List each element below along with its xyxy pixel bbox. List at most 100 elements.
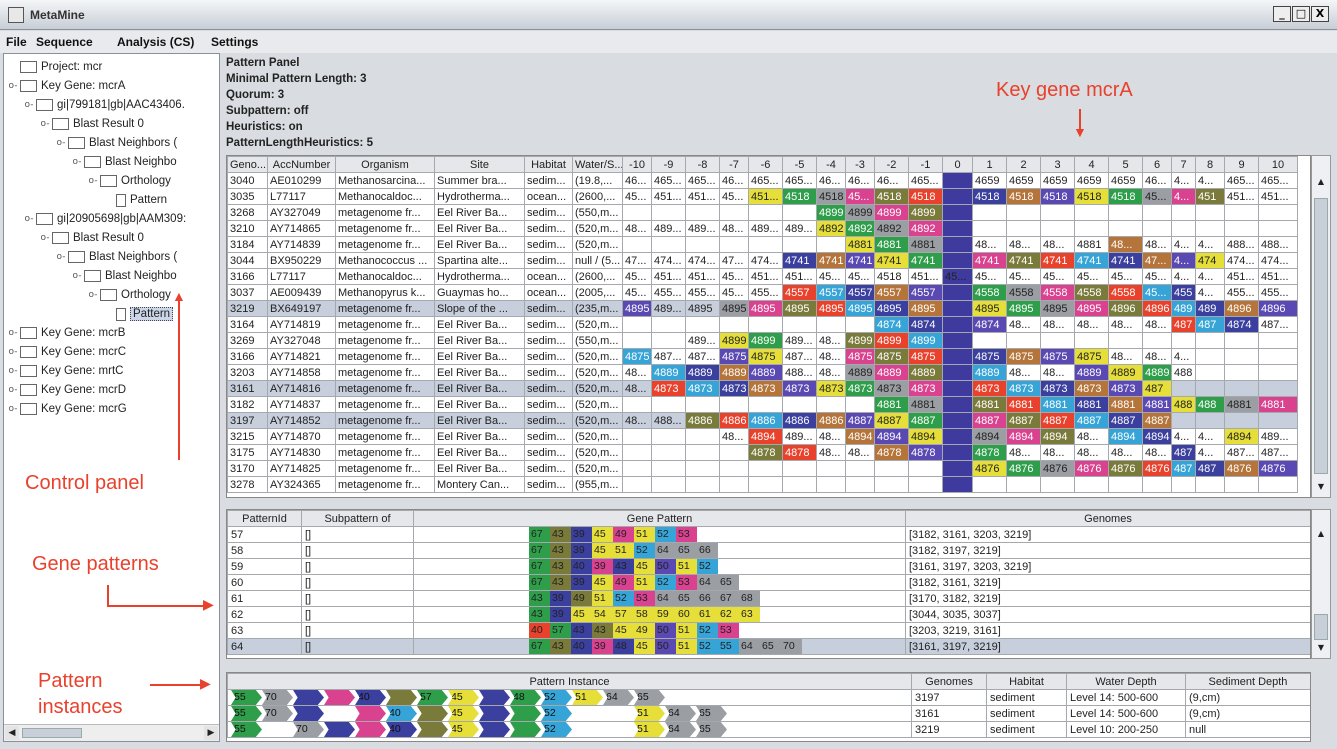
minimize-button[interactable]: _ <box>1273 6 1291 22</box>
maximize-button[interactable]: □ <box>1292 6 1310 22</box>
expand-toggle-icon[interactable]: o- <box>8 366 18 376</box>
gene-box[interactable]: 43 <box>550 639 571 654</box>
gene-arrow[interactable]: 70 <box>262 690 293 705</box>
gene-box[interactable]: 45 <box>571 607 592 622</box>
gene-box[interactable]: 51 <box>676 559 697 574</box>
gene-box[interactable]: 39 <box>550 607 571 622</box>
col-header[interactable]: Subpattern of <box>301 510 414 527</box>
gene-arrow[interactable]: 57 <box>417 690 448 705</box>
gene-box[interactable]: 58 <box>634 607 655 622</box>
gene-box[interactable]: 43 <box>529 591 550 606</box>
gene-box[interactable]: 67 <box>529 575 550 590</box>
expand-toggle-icon[interactable]: o- <box>72 157 82 167</box>
gene-arrow[interactable]: 70 <box>262 706 293 721</box>
gene-box[interactable]: 39 <box>571 527 592 542</box>
scroll-down-icon[interactable]: ▼ <box>1312 640 1330 656</box>
col-header[interactable]: -9 <box>651 156 686 173</box>
col-header[interactable]: Sediment Depth <box>1185 673 1310 690</box>
col-header[interactable]: 1 <box>972 156 1007 173</box>
table-row[interactable]: 55 70 40 57 45 48 52 51 64 65 3197 sediment Level 14… <box>227 689 1310 706</box>
gene-box[interactable]: 53 <box>676 527 697 542</box>
table-row[interactable]: 3161 AY714816 metagenome fr... Eel River Ba… <box>227 380 1298 397</box>
expand-toggle-icon[interactable]: o- <box>8 81 18 91</box>
gene-box[interactable]: 45 <box>634 559 655 574</box>
gene-box[interactable]: 40 <box>571 559 592 574</box>
col-header[interactable]: -8 <box>685 156 720 173</box>
gene-arrow[interactable]: 45 <box>448 722 479 737</box>
gene-box[interactable]: 52 <box>655 527 676 542</box>
expand-toggle-icon[interactable]: o- <box>88 290 98 300</box>
gene-box[interactable]: 53 <box>676 575 697 590</box>
gene-arrow[interactable] <box>262 722 293 737</box>
gene-arrow[interactable] <box>324 690 355 705</box>
gene-arrow[interactable] <box>355 722 386 737</box>
table-row[interactable]: 58[] 67 43 39 45 51 52 64 65 66 [3182, 3197, 3219] <box>227 542 1310 559</box>
gene-box[interactable]: 43 <box>550 575 571 590</box>
tree-node[interactable]: o- Blast Neighbo <box>72 267 177 285</box>
tree-node[interactable]: o- Key Gene: mcrB <box>8 324 125 342</box>
col-header[interactable]: -6 <box>748 156 783 173</box>
gene-box[interactable]: 51 <box>676 623 697 638</box>
gene-box[interactable]: 49 <box>613 527 634 542</box>
col-header[interactable]: Gene Pattern <box>413 510 906 527</box>
gene-box[interactable]: 40 <box>529 623 550 638</box>
gene-box[interactable]: 50 <box>655 639 676 654</box>
col-header[interactable]: Site <box>434 156 525 173</box>
table-row[interactable]: 3215 AY714870 metagenome fr... Eel River Ba… <box>227 428 1298 445</box>
gene-box[interactable]: 43 <box>550 559 571 574</box>
table-row[interactable]: 3278 AY324365 metagenome fr... Montery Can.… <box>227 476 1298 493</box>
col-header[interactable]: 10 <box>1258 156 1298 173</box>
tree-node[interactable]: o- Blast Result 0 <box>40 115 144 133</box>
gene-arrow[interactable]: 70 <box>293 722 324 737</box>
col-header[interactable]: 5 <box>1108 156 1143 173</box>
gene-arrow[interactable] <box>417 722 448 737</box>
col-header[interactable]: Habitat <box>986 673 1067 690</box>
gene-box[interactable]: 65 <box>676 591 697 606</box>
gene-box[interactable]: 64 <box>739 639 760 654</box>
tree-node[interactable]: o- Blast Neighbo <box>72 153 177 171</box>
gene-box[interactable]: 57 <box>550 623 571 638</box>
col-header[interactable]: 8 <box>1195 156 1225 173</box>
table-row[interactable]: 55 70 40 45 52 51 64 65 3161 sediment Level 14: 50… <box>227 705 1310 722</box>
gene-box[interactable]: 49 <box>613 575 634 590</box>
gene-arrow[interactable]: 45 <box>448 690 479 705</box>
menu-file[interactable]: File <box>6 35 27 49</box>
gene-box[interactable]: 43 <box>550 543 571 558</box>
gene-box[interactable]: 59 <box>655 607 676 622</box>
table-row[interactable]: 63[] 40 57 43 43 45 49 50 51 52 53 [3203, 3219, 316… <box>227 622 1310 639</box>
gene-arrow[interactable]: 52 <box>541 690 572 705</box>
gene-box[interactable]: 50 <box>655 623 676 638</box>
table-row[interactable]: 3175 AY714830 metagenome fr... Eel River Ba… <box>227 444 1298 461</box>
gene-arrow[interactable]: 65 <box>696 706 727 721</box>
table-row[interactable]: 3166 L77117 Methanocaldoc... Hydrotherma...… <box>227 268 1298 285</box>
gene-arrow[interactable] <box>479 690 510 705</box>
gene-arrow[interactable] <box>293 706 324 721</box>
gene-arrow[interactable]: 52 <box>541 706 572 721</box>
gene-box[interactable]: 40 <box>571 639 592 654</box>
gene-box[interactable]: 45 <box>592 575 613 590</box>
col-header[interactable]: AccNumber <box>267 156 336 173</box>
gene-box[interactable]: 66 <box>697 543 718 558</box>
col-header[interactable]: Genomes <box>905 510 1310 527</box>
gene-box[interactable]: 39 <box>571 575 592 590</box>
expand-toggle-icon[interactable]: o- <box>8 404 18 414</box>
gene-arrow[interactable] <box>479 706 510 721</box>
tree-node[interactable]: o-gi|20905698|gb|AAM309: <box>24 210 186 228</box>
col-header[interactable]: PatternId <box>227 510 302 527</box>
col-header[interactable]: -2 <box>874 156 909 173</box>
col-header[interactable]: Organism <box>335 156 435 173</box>
table-row[interactable]: 3037 AE009439 Methanopyrus k... Guaymas ho.… <box>227 284 1298 301</box>
expand-toggle-icon[interactable]: o- <box>88 176 98 186</box>
gene-arrow[interactable] <box>572 706 603 721</box>
expand-toggle-icon[interactable]: o- <box>56 138 66 148</box>
gene-box[interactable]: 43 <box>550 527 571 542</box>
gene-box[interactable]: 65 <box>676 543 697 558</box>
tree-node[interactable]: Pattern <box>104 191 167 209</box>
tree-node[interactable]: o- Key Gene: mrtC <box>8 362 123 380</box>
table-row[interactable]: 3210 AY714865 metagenome fr... Eel River Ba… <box>227 220 1298 237</box>
gene-arrow[interactable] <box>293 690 324 705</box>
gene-arrow[interactable] <box>510 722 541 737</box>
gene-box[interactable]: 62 <box>718 607 739 622</box>
scroll-down-icon[interactable]: ▼ <box>1312 479 1330 495</box>
gene-arrow[interactable] <box>603 722 634 737</box>
